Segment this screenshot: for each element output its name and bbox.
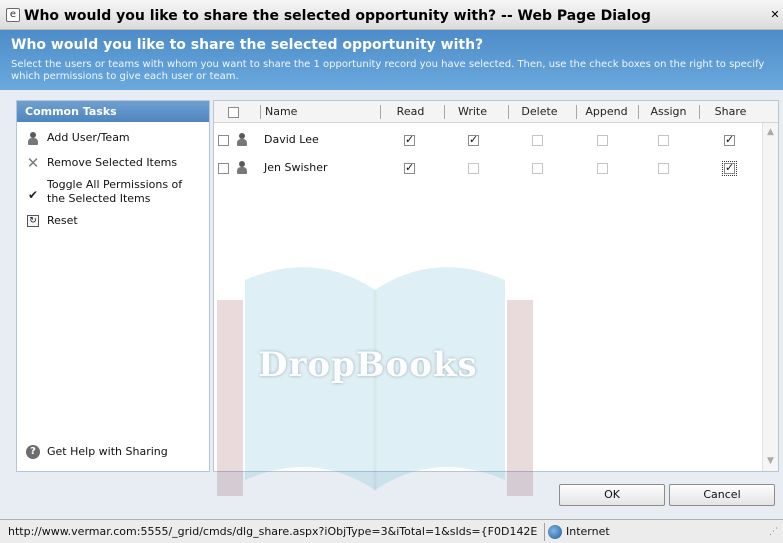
add-user-team-label: Add User/Team	[47, 131, 130, 144]
common-tasks-panel: Common Tasks Add User/Team ✕ Remove Sele…	[16, 100, 210, 472]
security-zone: Internet	[566, 525, 610, 538]
reset-label: Reset	[47, 214, 78, 227]
user-icon	[236, 133, 248, 147]
delete-checkbox[interactable]	[532, 133, 543, 147]
status-bar: http://www.vermar.com:5555/_grid/cmds/dl…	[0, 519, 783, 543]
reset-icon: ↻	[25, 214, 41, 228]
col-delete[interactable]: Delete	[508, 105, 570, 119]
status-divider	[544, 523, 545, 541]
append-checkbox[interactable]	[597, 161, 608, 175]
read-checkbox[interactable]	[404, 133, 415, 147]
table-row: Jen Swisher	[214, 155, 762, 181]
dialog-heading: Who would you like to share the selected…	[11, 37, 484, 53]
user-name: Jen Swisher	[264, 161, 328, 174]
remove-selected-items-label: Remove Selected Items	[47, 156, 178, 169]
toggle-permissions-link[interactable]: ✔ Toggle All Permissions of the Selected…	[25, 178, 195, 206]
globe-icon	[548, 525, 562, 539]
scroll-down-icon[interactable]: ▼	[763, 454, 778, 469]
status-url: http://www.vermar.com:5555/_grid/cmds/dl…	[8, 525, 538, 538]
col-name[interactable]: Name	[260, 105, 380, 119]
share-checkbox[interactable]	[722, 160, 737, 176]
watermark-text: DropBooks	[258, 345, 478, 385]
resize-grip-icon[interactable]: ⋰	[769, 527, 780, 538]
dialog-header: Who would you like to share the selected…	[0, 30, 783, 90]
row-select-checkbox[interactable]	[218, 133, 229, 147]
help-icon: ?	[25, 445, 41, 459]
assign-checkbox[interactable]	[658, 161, 669, 175]
title-bar: e Who would you like to share the select…	[0, 0, 783, 30]
close-icon[interactable]: ✕	[769, 9, 781, 21]
user-name: David Lee	[264, 133, 319, 146]
read-checkbox[interactable]	[404, 161, 415, 175]
reset-link[interactable]: ↻ Reset	[25, 214, 78, 228]
col-share[interactable]: Share	[699, 105, 761, 119]
cancel-button[interactable]: Cancel	[669, 484, 775, 506]
add-user-team-link[interactable]: Add User/Team	[25, 131, 130, 145]
dialog-description: Select the users or teams with whom you …	[11, 59, 765, 82]
share-checkbox[interactable]	[724, 133, 735, 147]
common-tasks-heading: Common Tasks	[17, 101, 209, 122]
ok-button[interactable]: OK	[559, 484, 665, 506]
col-assign[interactable]: Assign	[638, 105, 698, 119]
ie-icon: e	[6, 8, 20, 22]
row-select-checkbox[interactable]	[218, 161, 229, 175]
checkmark-icon: ✔	[27, 188, 39, 202]
remove-selected-items-link[interactable]: ✕ Remove Selected Items	[25, 154, 178, 172]
user-icon	[236, 161, 248, 175]
grid-scrollbar[interactable]: ▲ ▼	[762, 123, 778, 471]
help-sharing-label: Get Help with Sharing	[47, 445, 168, 458]
scroll-up-icon[interactable]: ▲	[763, 125, 778, 140]
remove-icon: ✕	[26, 154, 40, 172]
select-all-checkbox[interactable]	[228, 101, 239, 123]
write-checkbox[interactable]	[468, 161, 479, 175]
write-checkbox[interactable]	[468, 133, 479, 147]
window-title: Who would you like to share the selected…	[24, 8, 651, 24]
col-write[interactable]: Write	[444, 105, 500, 119]
delete-checkbox[interactable]	[532, 161, 543, 175]
table-row: David Lee	[214, 127, 762, 153]
append-checkbox[interactable]	[597, 133, 608, 147]
col-read[interactable]: Read	[380, 105, 440, 119]
col-append[interactable]: Append	[576, 105, 636, 119]
grid-header: Name Read Write Delete Append Assign Sha…	[214, 101, 778, 123]
help-sharing-link[interactable]: ? Get Help with Sharing	[25, 445, 168, 459]
user-icon	[25, 131, 41, 145]
toggle-permissions-label: Toggle All Permissions of the Selected I…	[47, 178, 183, 205]
assign-checkbox[interactable]	[658, 133, 669, 147]
